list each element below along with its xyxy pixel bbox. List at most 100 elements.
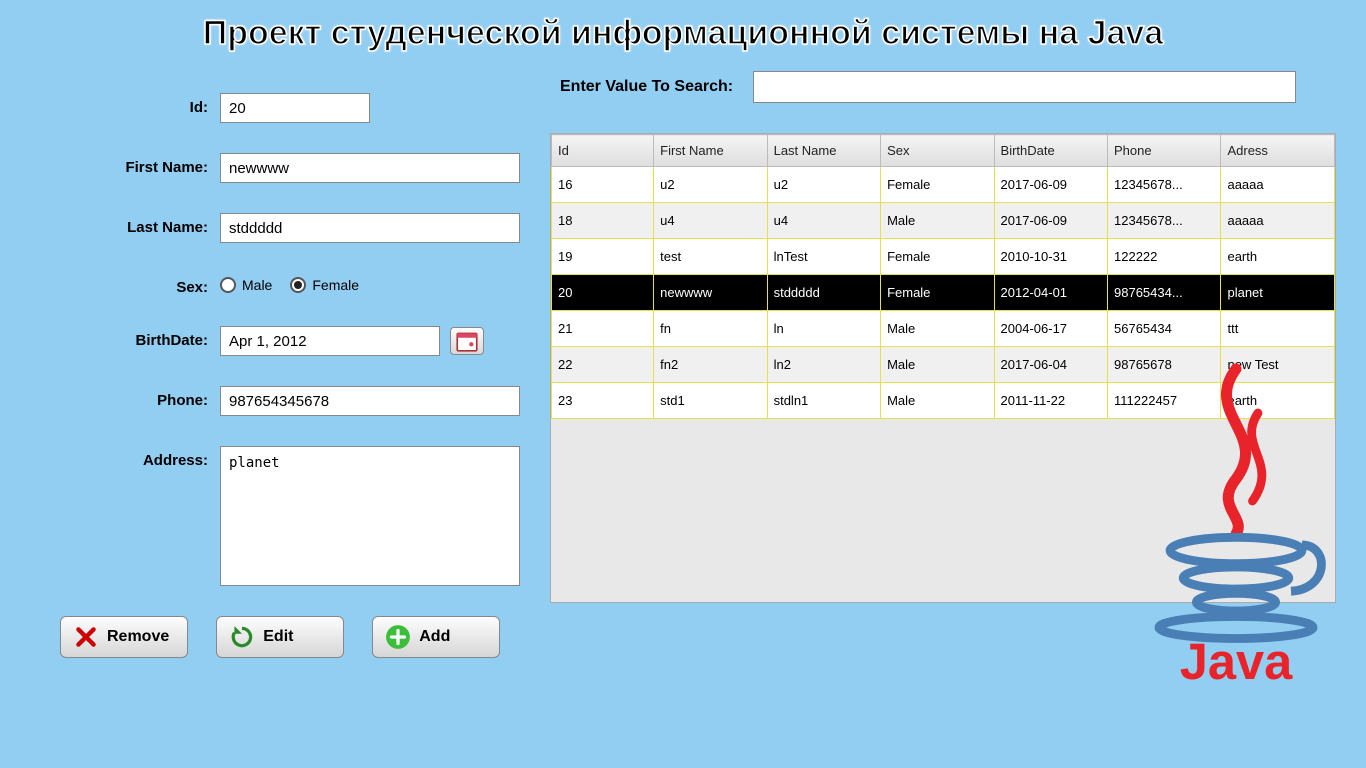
table-cell: Female [881,275,994,311]
column-header[interactable]: Phone [1108,135,1221,167]
svg-text:Java: Java [1180,633,1293,688]
table-cell: 2017-06-09 [994,203,1107,239]
table-cell: 16 [552,167,654,203]
table-cell: u4 [654,203,767,239]
sex-male-radio[interactable]: Male [220,277,272,293]
calendar-icon [454,328,480,354]
table-cell: test [654,239,767,275]
table-cell: fn [654,311,767,347]
table-row[interactable]: 23std1stdln1Male2011-11-22111222457earth [552,383,1335,419]
add-button[interactable]: Add [372,616,500,658]
table-row[interactable]: 21fnlnMale2004-06-1756765434ttt [552,311,1335,347]
table-cell: aaaaa [1221,203,1335,239]
sex-female-label: Female [312,277,359,293]
table-cell: 23 [552,383,654,419]
table-cell: newwww [654,275,767,311]
table-cell: stddddd [767,275,880,311]
table-cell: earth [1221,383,1335,419]
table-cell: 2017-06-04 [994,347,1107,383]
data-table-wrap: IdFirst NameLast NameSexBirthDatePhoneAd… [550,133,1336,603]
table-cell: earth [1221,239,1335,275]
table-cell: 2010-10-31 [994,239,1107,275]
table-cell: 20 [552,275,654,311]
table-cell: u4 [767,203,880,239]
table-cell: Male [881,347,994,383]
id-input[interactable] [220,93,370,123]
table-cell: 19 [552,239,654,275]
table-cell: ttt [1221,311,1335,347]
table-row[interactable]: 16u2u2Female2017-06-0912345678...aaaaa [552,167,1335,203]
table-row[interactable]: 19testlnTestFemale2010-10-31122222earth [552,239,1335,275]
table-cell: 2017-06-09 [994,167,1107,203]
column-header[interactable]: Last Name [767,135,880,167]
table-cell: 98765434... [1108,275,1221,311]
table-row[interactable]: 20newwwwstdddddFemale2012-04-0198765434.… [552,275,1335,311]
lastname-label: Last Name: [30,213,220,236]
search-input[interactable] [753,71,1296,103]
phone-input[interactable] [220,386,520,416]
phone-label: Phone: [30,386,220,409]
table-cell: 12345678... [1108,167,1221,203]
table-cell: 122222 [1108,239,1221,275]
refresh-icon [229,624,255,650]
edit-label: Edit [263,628,293,646]
radio-icon [220,277,236,293]
table-cell: u2 [654,167,767,203]
remove-button[interactable]: Remove [60,616,188,658]
address-textarea[interactable] [220,446,520,586]
table-cell: 56765434 [1108,311,1221,347]
table-cell: 2012-04-01 [994,275,1107,311]
edit-button[interactable]: Edit [216,616,344,658]
table-cell: 2004-06-17 [994,311,1107,347]
table-cell: stdln1 [767,383,880,419]
column-header[interactable]: BirthDate [994,135,1107,167]
page-title: Проект студенческой информационной систе… [0,0,1366,61]
column-header[interactable]: Sex [881,135,994,167]
form-panel: Id: First Name: Last Name: Sex: Male Fem… [30,61,520,658]
lastname-input[interactable] [220,213,520,243]
sex-label: Sex: [30,273,220,296]
table-cell: 98765678 [1108,347,1221,383]
table-cell: 12345678... [1108,203,1221,239]
table-cell: 21 [552,311,654,347]
table-cell: fn2 [654,347,767,383]
data-table[interactable]: IdFirst NameLast NameSexBirthDatePhoneAd… [551,134,1335,419]
firstname-input[interactable] [220,153,520,183]
table-cell: 22 [552,347,654,383]
search-label: Enter Value To Search: [560,78,733,96]
column-header[interactable]: Adress [1221,135,1335,167]
firstname-label: First Name: [30,153,220,176]
table-cell: 111222457 [1108,383,1221,419]
column-header[interactable]: Id [552,135,654,167]
add-label: Add [419,628,450,646]
table-cell: planet [1221,275,1335,311]
table-cell: Male [881,203,994,239]
id-label: Id: [30,93,220,116]
table-cell: ln2 [767,347,880,383]
table-row[interactable]: 22fn2ln2Male2017-06-0498765678new Test [552,347,1335,383]
table-cell: Male [881,311,994,347]
table-cell: Female [881,167,994,203]
birthdate-label: BirthDate: [30,326,220,349]
table-cell: ln [767,311,880,347]
radio-icon [290,277,306,293]
right-panel: Enter Value To Search: IdFirst NameLast … [550,61,1336,658]
table-row[interactable]: 18u4u4Male2017-06-0912345678...aaaaa [552,203,1335,239]
table-cell: lnTest [767,239,880,275]
table-cell: aaaaa [1221,167,1335,203]
plus-icon [385,624,411,650]
column-header[interactable]: First Name [654,135,767,167]
table-cell: new Test [1221,347,1335,383]
table-cell: u2 [767,167,880,203]
table-cell: Female [881,239,994,275]
table-cell: Male [881,383,994,419]
sex-male-label: Male [242,277,272,293]
sex-female-radio[interactable]: Female [290,277,359,293]
remove-label: Remove [107,628,169,646]
calendar-button[interactable] [450,327,484,355]
close-icon [73,624,99,650]
address-label: Address: [30,446,220,469]
table-cell: 2011-11-22 [994,383,1107,419]
birthdate-input[interactable] [220,326,440,356]
table-cell: std1 [654,383,767,419]
